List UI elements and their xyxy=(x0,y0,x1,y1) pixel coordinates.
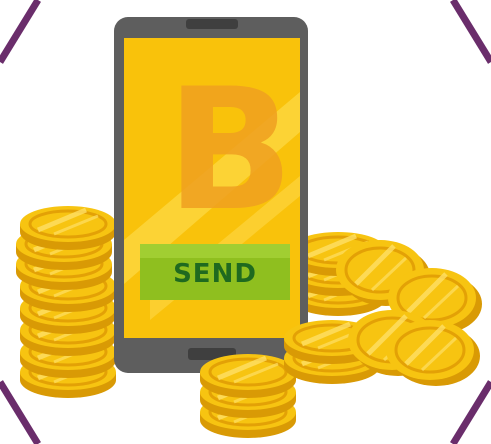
frame-line-top-left xyxy=(0,0,41,64)
smartphone-icon: B SEND xyxy=(114,17,308,373)
illustration: B SEND xyxy=(0,0,491,444)
coin-stack-front-center xyxy=(200,354,296,438)
coin-stack-left xyxy=(16,206,116,398)
crypto-send-illustration: B SEND xyxy=(0,0,491,444)
frame-line-bottom-right xyxy=(450,380,491,444)
coin xyxy=(386,320,480,386)
coin xyxy=(20,206,116,250)
send-button-label: SEND xyxy=(173,259,257,289)
coin xyxy=(200,354,296,398)
frame-line-top-right xyxy=(450,0,491,64)
phone-speaker xyxy=(186,19,238,29)
bitcoin-logo: B xyxy=(166,52,294,248)
